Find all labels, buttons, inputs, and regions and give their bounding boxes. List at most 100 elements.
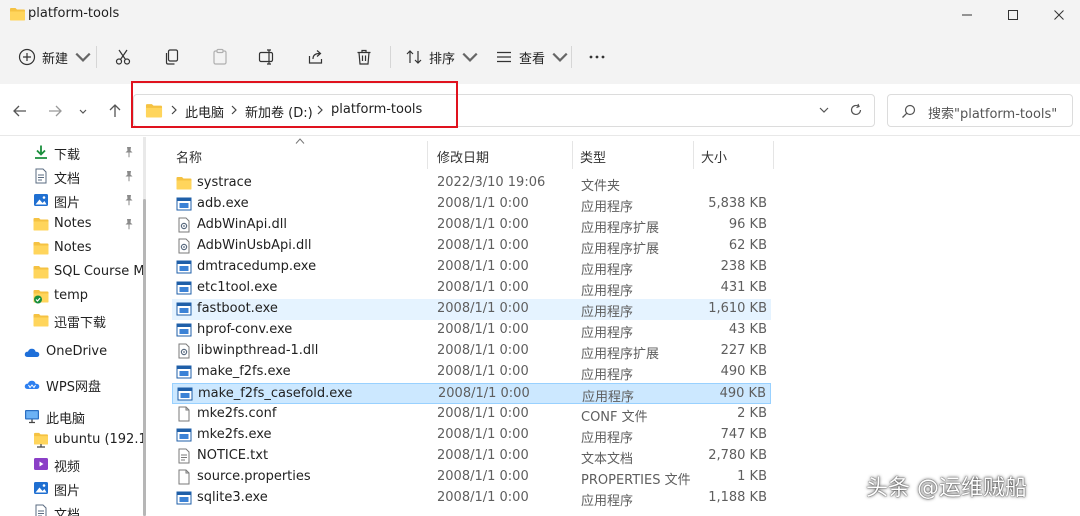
- file-row[interactable]: etc1tool.exe 2008/1/1 0:00 应用程序 431 KB: [172, 278, 771, 299]
- back-arrow-icon[interactable]: [11, 102, 29, 120]
- forward-arrow-icon[interactable]: [46, 102, 64, 120]
- recent-locations-chevron-icon[interactable]: [77, 102, 89, 120]
- sidebar-item-ubuntu-share[interactable]: ubuntu (192.16: [0, 428, 146, 452]
- sidebar-item-notes[interactable]: Notes: [0, 236, 146, 260]
- exe-icon: [177, 386, 193, 402]
- file-size: 5,838 KB: [708, 196, 767, 211]
- file-name: make_f2fs.exe: [197, 364, 291, 379]
- sidebar-item-pictures-pc[interactable]: 图片: [0, 476, 146, 500]
- sidebar-item-onedrive[interactable]: OneDrive: [0, 340, 146, 364]
- file-row[interactable]: fastboot.exe 2008/1/1 0:00 应用程序 1,610 KB: [172, 299, 771, 320]
- file-icon: [176, 469, 192, 485]
- minimize-button[interactable]: [944, 0, 990, 30]
- window-title: platform-tools: [28, 6, 120, 21]
- more-button[interactable]: [588, 44, 606, 70]
- sidebar-item-label: 下载: [54, 148, 81, 163]
- file-row[interactable]: mke2fs.exe 2008/1/1 0:00 应用程序 747 KB: [172, 425, 771, 446]
- share-icon: [308, 50, 323, 64]
- file-row[interactable]: AdbWinApi.dll 2008/1/1 0:00 应用程序扩展 96 KB: [172, 215, 771, 236]
- file-size: 62 KB: [728, 238, 767, 253]
- file-row[interactable]: libwinpthread-1.dll 2008/1/1 0:00 应用程序扩展 22…: [172, 341, 771, 362]
- file-size: 96 KB: [728, 217, 767, 232]
- pictures-icon: [34, 194, 48, 206]
- share-button[interactable]: [307, 44, 325, 70]
- sidebar-item-temp[interactable]: temp: [0, 284, 146, 308]
- file-row[interactable]: make_f2fs_casefold.exe 2008/1/1 0:00 应用程序 4…: [172, 383, 771, 405]
- sidebar-item-documents[interactable]: 文档: [0, 164, 146, 188]
- column-divider[interactable]: [572, 141, 573, 169]
- minimize-icon: [962, 14, 972, 16]
- view-list-icon: [497, 51, 511, 63]
- column-header-size[interactable]: 大小: [701, 143, 771, 171]
- toolbar-divider: [390, 46, 391, 68]
- file-size: 227 KB: [720, 343, 767, 358]
- file-row[interactable]: make_f2fs.exe 2008/1/1 0:00 应用程序 490 KB: [172, 362, 771, 383]
- exe-icon: [176, 322, 192, 338]
- dll-icon: [176, 343, 192, 359]
- column-divider[interactable]: [693, 141, 694, 169]
- column-header-name[interactable]: 名称: [176, 143, 426, 171]
- sidebar-item-xunlei-downloads[interactable]: 迅雷下载: [0, 308, 146, 332]
- address-highlight-box: [131, 81, 458, 128]
- chevron-down-icon: [462, 52, 478, 62]
- search-box[interactable]: 搜索"platform-tools": [887, 94, 1073, 127]
- file-row[interactable]: hprof-conv.exe 2008/1/1 0:00 应用程序 43 KB: [172, 320, 771, 341]
- copy-icon: [165, 49, 179, 65]
- search-icon: [902, 104, 916, 118]
- file-modified-date: 2008/1/1 0:00: [437, 427, 529, 442]
- new-button[interactable]: 新建: [18, 44, 92, 70]
- paste-button[interactable]: [211, 44, 229, 70]
- column-divider[interactable]: [427, 141, 428, 169]
- file-row[interactable]: dmtracedump.exe 2008/1/1 0:00 应用程序 238 KB: [172, 257, 771, 278]
- file-type: 应用程序: [581, 494, 634, 509]
- sidebar-item-label: Notes: [54, 240, 92, 255]
- cut-button[interactable]: [114, 44, 132, 70]
- paste-icon: [213, 48, 227, 65]
- sidebar-scrollbar-thumb[interactable]: [143, 199, 146, 516]
- column-header-type[interactable]: 类型: [580, 143, 690, 171]
- file-row[interactable]: AdbWinUsbApi.dll 2008/1/1 0:00 应用程序扩展 62 KB: [172, 236, 771, 257]
- column-divider[interactable]: [773, 141, 774, 169]
- computer-icon: [25, 410, 39, 424]
- file-name: hprof-conv.exe: [197, 322, 293, 337]
- file-row[interactable]: systrace 2022/3/10 19:06 文件夹: [172, 173, 771, 194]
- file-type: 应用程序扩展: [581, 242, 660, 257]
- new-label: 新建: [42, 51, 69, 67]
- sidebar-item-notes-pinned[interactable]: Notes: [0, 212, 146, 236]
- file-icon: [176, 406, 192, 422]
- sidebar-item-videos[interactable]: 视频: [0, 452, 146, 476]
- sidebar-item-pictures[interactable]: 图片: [0, 188, 146, 212]
- sidebar-item-sql-course[interactable]: SQL Course M: [0, 260, 146, 284]
- text-file-icon: [176, 448, 192, 464]
- sidebar-item-downloads[interactable]: 下载: [0, 140, 146, 164]
- refresh-icon[interactable]: [849, 103, 863, 117]
- up-arrow-icon[interactable]: [106, 102, 124, 120]
- file-row[interactable]: NOTICE.txt 2008/1/1 0:00 文本文档 2,780 KB: [172, 446, 771, 467]
- video-icon: [34, 458, 48, 470]
- sort-button[interactable]: 排序: [405, 44, 479, 70]
- file-name: AdbWinUsbApi.dll: [197, 238, 312, 253]
- file-row[interactable]: sqlite3.exe 2008/1/1 0:00 应用程序 1,188 KB: [172, 488, 771, 509]
- command-bar: 新建 排序 查看: [0, 30, 1080, 84]
- copy-button[interactable]: [163, 44, 181, 70]
- close-button[interactable]: [1036, 0, 1080, 30]
- cloud-icon: [24, 348, 40, 357]
- sidebar-item-label: 此电脑: [46, 412, 86, 427]
- file-row[interactable]: mke2fs.conf 2008/1/1 0:00 CONF 文件 2 KB: [172, 404, 771, 425]
- view-button[interactable]: 查看: [495, 44, 569, 70]
- file-row[interactable]: adb.exe 2008/1/1 0:00 应用程序 5,838 KB: [172, 194, 771, 215]
- sidebar-item-label: 迅雷下载: [54, 316, 107, 331]
- delete-button[interactable]: [355, 44, 373, 70]
- sidebar-item-label: 图片: [54, 196, 81, 211]
- file-row[interactable]: source.properties 2008/1/1 0:00 PROPERTIES…: [172, 467, 771, 488]
- wps-cloud-icon: [24, 380, 40, 389]
- address-dropdown-icon[interactable]: [817, 103, 831, 117]
- file-type: 应用程序: [581, 305, 634, 320]
- cut-icon: [115, 49, 131, 65]
- sidebar-item-this-pc[interactable]: 此电脑: [0, 404, 146, 428]
- column-header-date[interactable]: 修改日期: [437, 143, 572, 171]
- maximize-button[interactable]: [990, 0, 1036, 30]
- rename-button[interactable]: [258, 44, 276, 70]
- sidebar-item-documents-pc[interactable]: 文档: [0, 500, 146, 516]
- sidebar-item-wps-cloud[interactable]: WPS网盘: [0, 372, 146, 396]
